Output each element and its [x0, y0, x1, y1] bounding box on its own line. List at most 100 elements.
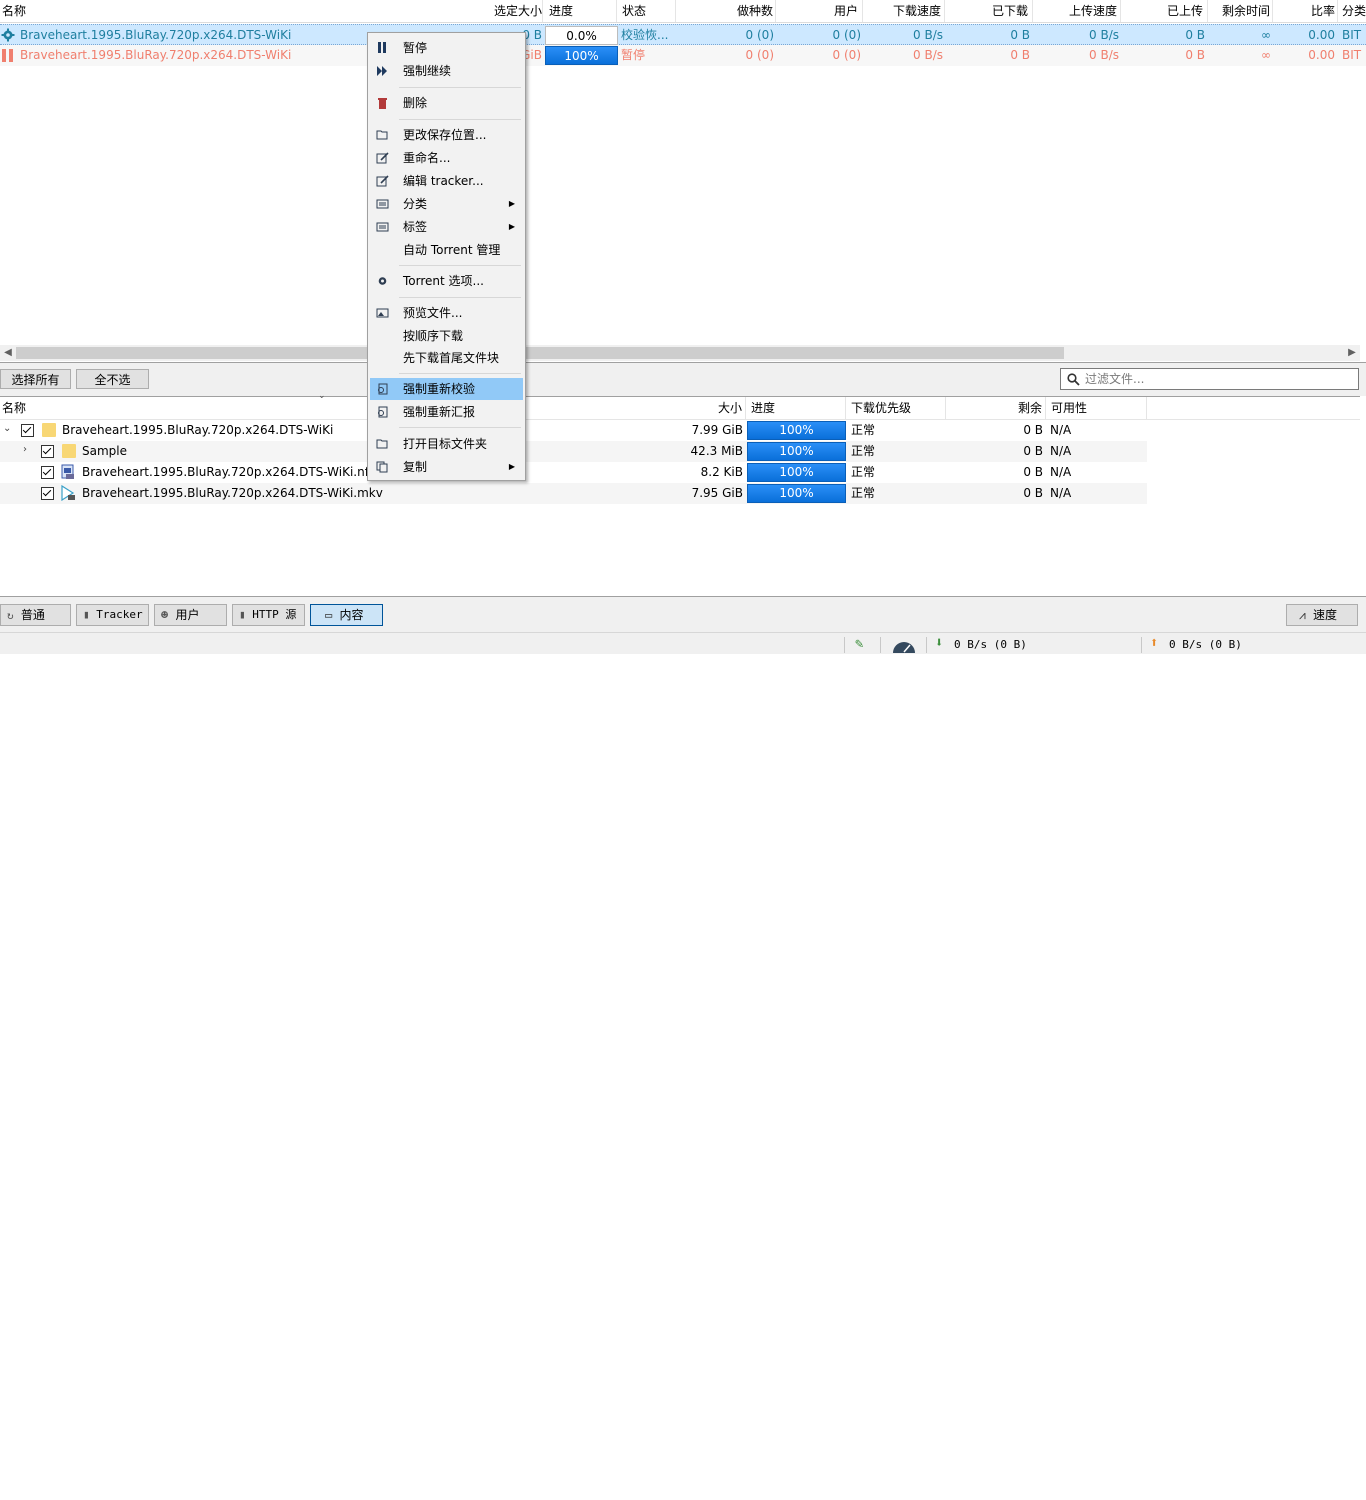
file-checkbox[interactable]	[41, 487, 54, 500]
col-selected-size[interactable]: 选定大小	[458, 0, 543, 22]
tab-speed[interactable]: ⩘ 速度	[1286, 604, 1358, 626]
file-priority[interactable]: 正常	[851, 441, 875, 462]
file-tree-row[interactable]: › Sample 42.3 MiB 100% 正常 0 B N/A	[0, 441, 1147, 462]
chevron-down-icon[interactable]: ⌄	[3, 423, 11, 434]
col-file-availability[interactable]: 可用性	[1047, 397, 1147, 419]
file-tree-row[interactable]: ⌄ Braveheart.1995.BluRay.720p.x264.DTS-W…	[0, 420, 1147, 441]
col-eta[interactable]: 剩余时间	[1209, 0, 1273, 22]
col-up-speed[interactable]: 上传速度	[1034, 0, 1121, 22]
menu-separator	[399, 427, 521, 428]
col-file-size[interactable]: 大小	[646, 397, 746, 419]
col-uploaded[interactable]: 已上传	[1122, 0, 1208, 22]
file-priority[interactable]: 正常	[851, 483, 875, 504]
tab-tracker[interactable]: ▮ Tracker	[76, 604, 149, 626]
gear-icon	[378, 277, 387, 285]
tab-content[interactable]: ▭ 内容	[310, 604, 383, 626]
filter-files-input[interactable]: 过滤文件...	[1060, 368, 1359, 390]
torrent-name: Braveheart.1995.BluRay.720p.x264.DTS-WiK…	[20, 28, 292, 42]
menu-item-first-last-pieces[interactable]: 先下载首尾文件块	[370, 347, 523, 369]
file-availability: N/A	[1050, 444, 1072, 458]
menu-item-torrent-options[interactable]: Torrent 选项...	[370, 270, 523, 292]
tab-peers[interactable]: ☻ 用户	[154, 604, 227, 626]
select-all-button[interactable]: 选择所有	[0, 369, 71, 389]
scroll-right-icon[interactable]: ▶	[1344, 345, 1360, 361]
menu-item-set-location[interactable]: 更改保存位置...	[370, 124, 523, 146]
col-status[interactable]: 状态	[618, 0, 676, 22]
col-progress[interactable]: 进度	[545, 0, 617, 22]
menu-item-category[interactable]: 分类 ▶	[370, 193, 523, 215]
file-size: 7.95 GiB	[691, 486, 743, 500]
menu-item-copy[interactable]: 复制 ▶	[370, 456, 523, 478]
col-file-priority[interactable]: 下载优先级	[847, 397, 946, 419]
file-priority[interactable]: 正常	[851, 420, 875, 441]
col-file-progress[interactable]: 进度	[747, 397, 846, 419]
col-seeds[interactable]: 做种数	[677, 0, 776, 22]
tab-tracker-label: Tracker	[96, 608, 143, 621]
menu-item-preview-file[interactable]: 预览文件...	[370, 302, 523, 324]
divider	[880, 637, 881, 653]
folder-open-icon	[376, 439, 388, 449]
torrent-down-speed: 0 B/s	[913, 48, 943, 62]
col-peers[interactable]: 用户	[777, 0, 863, 22]
edit-icon	[376, 152, 389, 164]
file-name: Braveheart.1995.BluRay.720p.x264.DTS-WiK…	[82, 465, 377, 479]
torrent-row[interactable]: Braveheart.1995.BluRay.720p.x264.DTS-WiK…	[0, 45, 1366, 66]
file-remaining: 0 B	[1023, 444, 1043, 458]
torrent-name: Braveheart.1995.BluRay.720p.x264.DTS-WiK…	[20, 48, 292, 62]
menu-item-rename[interactable]: 重命名...	[370, 147, 523, 169]
nfo-file-icon	[61, 464, 74, 479]
status-bar: ✎ ⬇ 0 B/s (0 B) ⬆ 0 B/s (0 B)	[0, 632, 1366, 654]
torrent-uploaded: 0 B	[1185, 48, 1205, 62]
col-file-remaining[interactable]: 剩余	[947, 397, 1046, 419]
download-status[interactable]: 0 B/s (0 B)	[954, 638, 1027, 651]
col-ratio[interactable]: 比率	[1274, 0, 1338, 22]
torrent-progress-bar: 0.0%	[545, 26, 618, 45]
upload-status[interactable]: 0 B/s (0 B)	[1169, 638, 1242, 651]
menu-item-auto-management[interactable]: 自动 Torrent 管理	[370, 239, 523, 261]
file-checkbox[interactable]	[41, 445, 54, 458]
torrent-status: 校验恢...	[621, 28, 669, 42]
tab-general-label: 普通	[20, 608, 45, 622]
file-tree-row[interactable]: Braveheart.1995.BluRay.720p.x264.DTS-WiK…	[0, 462, 1147, 483]
file-tree-row[interactable]: Braveheart.1995.BluRay.720p.x264.DTS-WiK…	[0, 483, 1147, 504]
scrollbar-thumb[interactable]	[16, 347, 1064, 359]
torrent-up-speed: 0 B/s	[1089, 48, 1119, 62]
torrent-downloaded: 0 B	[1010, 48, 1030, 62]
torrent-row[interactable]: Braveheart.1995.BluRay.720p.x264.DTS-WiK…	[0, 24, 1366, 45]
submenu-arrow-icon: ▶	[508, 222, 515, 231]
connection-icon[interactable]: ✎	[855, 636, 863, 652]
speed-limit-icon[interactable]	[891, 639, 917, 653]
menu-item-force-recheck[interactable]: 强制重新校验	[370, 378, 523, 400]
file-priority[interactable]: 正常	[851, 462, 875, 483]
folder-icon	[62, 444, 76, 458]
tab-http-sources[interactable]: ▮ HTTP 源	[232, 604, 305, 626]
file-checkbox[interactable]	[21, 424, 34, 437]
menu-item-tags[interactable]: 标签 ▶	[370, 216, 523, 238]
torrent-context-menu: 暂停 强制继续 删除 更改保存位置... 重命名... 编辑 tracker..…	[367, 32, 526, 481]
file-checkbox[interactable]	[41, 466, 54, 479]
col-down-speed[interactable]: 下载速度	[864, 0, 945, 22]
menu-item-force-reannounce[interactable]: 强制重新汇报	[370, 401, 523, 423]
scroll-left-icon[interactable]: ◀	[0, 345, 16, 361]
file-availability: N/A	[1050, 423, 1072, 437]
torrent-downloaded: 0 B	[1010, 28, 1030, 42]
tab-peers-label: 用户	[175, 608, 200, 622]
torrent-eta: ∞	[1261, 48, 1271, 62]
file-remaining: 0 B	[1023, 486, 1043, 500]
sort-indicator-icon: ⌃	[224, 0, 232, 4]
menu-item-force-resume[interactable]: 强制继续	[370, 60, 523, 82]
menu-item-open-folder[interactable]: 打开目标文件夹	[370, 433, 523, 455]
menu-item-pause[interactable]: 暂停	[370, 37, 523, 59]
menu-item-sequential-download[interactable]: 按顺序下载	[370, 325, 523, 347]
menu-item-edit-trackers[interactable]: 编辑 tracker...	[370, 170, 523, 192]
col-downloaded[interactable]: 已下载	[946, 0, 1033, 22]
torrent-table-scrollbar[interactable]: ◀ ▶	[0, 345, 1360, 361]
file-progress-bar: 100%	[747, 484, 846, 503]
chevron-right-icon[interactable]: ›	[23, 444, 27, 455]
menu-item-delete[interactable]: 删除	[370, 92, 523, 114]
tab-general[interactable]: ↻ 普通	[0, 604, 71, 626]
file-availability: N/A	[1050, 465, 1072, 479]
select-none-button[interactable]: 全不选	[76, 369, 149, 389]
col-category[interactable]: 分类	[1342, 0, 1366, 22]
filter-placeholder: 过滤文件...	[1085, 372, 1145, 386]
